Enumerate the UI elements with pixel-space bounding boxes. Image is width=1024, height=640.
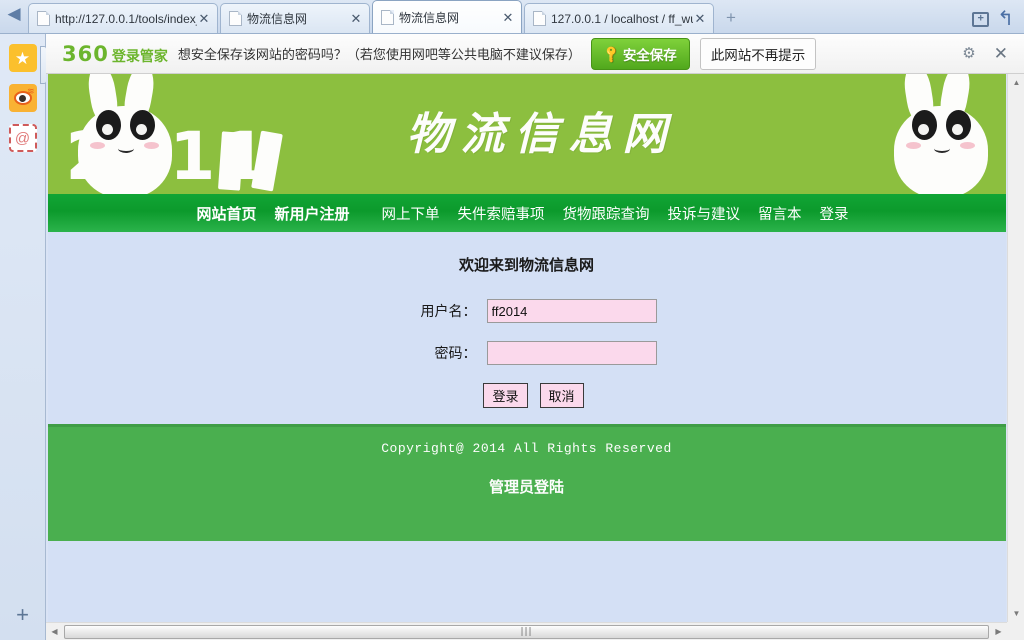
tab-title: http://127.0.0.1/tools/index_: [55, 11, 197, 26]
rabbit-mouth: [933, 144, 950, 153]
page-icon: [533, 11, 546, 26]
gear-icon[interactable]: ⚙: [962, 46, 975, 61]
undo-close-tab-icon[interactable]: ↰: [997, 9, 1014, 29]
site-wrapper: 2011 物流信息网: [47, 74, 1006, 622]
login-form-section: 欢迎来到物流信息网 用户名： 密码： 登录 取消: [47, 232, 1006, 424]
logo-number: 360: [62, 41, 109, 66]
nav-item-home[interactable]: 网站首页: [188, 203, 266, 224]
scroll-left-icon[interactable]: ◀: [46, 623, 63, 640]
save-password-button[interactable]: 🔑 安全保存: [590, 37, 690, 70]
left-sidebar: ★ ≋ @ +: [0, 34, 46, 640]
username-label: 用户名：: [420, 303, 477, 319]
username-input[interactable]: [486, 299, 657, 323]
cancel-button[interactable]: 取消: [539, 383, 584, 408]
signal-wave-icon: ≋: [26, 86, 35, 96]
password-input[interactable]: [486, 341, 657, 365]
star-glyph: ★: [14, 48, 31, 68]
page-viewport: 2011 物流信息网: [46, 74, 1024, 640]
tab-strip: ◀ http://127.0.0.1/tools/index_ ✕ 物流信息网 …: [0, 0, 1024, 34]
scroll-up-icon[interactable]: ▲: [1008, 74, 1024, 91]
login-submit-button[interactable]: 登录: [483, 383, 528, 408]
window-controls: ↰: [972, 9, 1024, 33]
sidebar-add-button[interactable]: +: [16, 604, 29, 626]
welcome-heading: 欢迎来到物流信息网: [458, 257, 594, 274]
site-navigation: 网站首页 新用户注册 网上下单 失件索赔事项 货物跟踪查询 投诉与建议 留言本 …: [47, 194, 1006, 232]
close-icon[interactable]: ✕: [197, 12, 211, 25]
copyright-text: Copyright@ 2014 All Rights Reserved: [381, 441, 672, 456]
nav-item-guestbook[interactable]: 留言本: [749, 203, 811, 224]
scroll-down-icon[interactable]: ▼: [1008, 605, 1024, 622]
page-icon: [381, 9, 394, 25]
rabbit-mascot-right-icon: [880, 74, 1000, 194]
browser-window: ◀ http://127.0.0.1/tools/index_ ✕ 物流信息网 …: [0, 0, 1024, 640]
nav-item-claims[interactable]: 失件索赔事项: [449, 203, 554, 224]
360-logo: 360 登录管家: [62, 42, 168, 66]
rabbit-eye: [945, 110, 971, 140]
site-banner: 2011 物流信息网: [47, 74, 1006, 194]
at-glyph: @: [14, 129, 31, 147]
page-icon: [37, 11, 50, 26]
new-window-icon[interactable]: [972, 11, 990, 27]
password-label: 密码：: [434, 345, 477, 361]
nav-item-place-order[interactable]: 网上下单: [373, 203, 449, 224]
nav-item-tracking[interactable]: 货物跟踪查询: [554, 203, 659, 224]
form-buttons: 登录 取消: [48, 383, 1006, 408]
tab-title: 127.0.0.1 / localhost / ff_wu: [551, 11, 693, 26]
browser-tab-3-active[interactable]: 物流信息网 ✕: [372, 0, 522, 33]
nav-item-login[interactable]: 登录: [811, 203, 858, 224]
password-row: 密码：: [48, 341, 1006, 365]
close-icon[interactable]: ✕: [693, 12, 707, 25]
close-icon[interactable]: ✕: [994, 45, 1008, 62]
key-icon: 🔑: [601, 43, 622, 64]
horizontal-scrollbar[interactable]: ◀ ||| ▶: [46, 622, 1007, 640]
banner-title: 物流信息网: [406, 109, 677, 160]
password-manager-bar: 360 登录管家 想安全保存该网站的密码吗？（若您使用网吧等公共电脑不建议保存）…: [46, 34, 1024, 74]
logo-text: 登录管家: [111, 47, 168, 64]
weibo-eye-icon[interactable]: ≋: [8, 84, 37, 112]
rabbit-cheek: [905, 142, 921, 149]
nav-item-register[interactable]: 新用户注册: [266, 203, 359, 224]
rabbit-eye: [911, 110, 937, 140]
new-tab-button[interactable]: +: [718, 5, 744, 31]
browser-tab-4[interactable]: 127.0.0.1 / localhost / ff_wu ✕: [524, 3, 714, 33]
close-icon[interactable]: ✕: [349, 12, 363, 25]
password-bar-controls: ⚙ ✕: [962, 45, 1014, 62]
tab-title: 物流信息网: [247, 12, 308, 26]
nav-item-complaints[interactable]: 投诉与建议: [659, 203, 750, 224]
password-prompt-message: 想安全保存该网站的密码吗？（若您使用网吧等公共电脑不建议保存）: [177, 47, 581, 62]
username-row: 用户名：: [48, 299, 1006, 323]
favorites-star-icon[interactable]: ★: [8, 44, 37, 72]
browser-tab-2[interactable]: 物流信息网 ✕: [220, 3, 370, 33]
tab-title: 物流信息网: [399, 10, 460, 25]
page-icon: [229, 11, 242, 26]
page-bottom-space: [47, 541, 1006, 622]
close-icon[interactable]: ✕: [501, 11, 515, 24]
scrollbar-corner: [1007, 622, 1024, 640]
tab-scroll-back-icon[interactable]: ◀: [0, 0, 28, 33]
web-page: 2011 物流信息网: [46, 74, 1007, 622]
mail-at-icon[interactable]: @: [8, 124, 37, 152]
scroll-grip-icon: |||: [520, 626, 533, 637]
site-footer: Copyright@ 2014 All Rights Reserved 管理员登…: [47, 424, 1006, 541]
horizontal-scroll-thumb[interactable]: |||: [64, 624, 989, 639]
browser-tab-1[interactable]: http://127.0.0.1/tools/index_ ✕: [28, 3, 218, 33]
scroll-right-icon[interactable]: ▶: [990, 623, 1007, 640]
admin-login-link[interactable]: 管理员登陆: [48, 476, 1006, 497]
rabbit-cheek: [959, 142, 975, 149]
save-password-label: 安全保存: [622, 47, 677, 63]
never-ask-button[interactable]: 此网站不再提示: [699, 37, 817, 70]
vertical-scrollbar[interactable]: ▲ ▼: [1007, 74, 1024, 622]
